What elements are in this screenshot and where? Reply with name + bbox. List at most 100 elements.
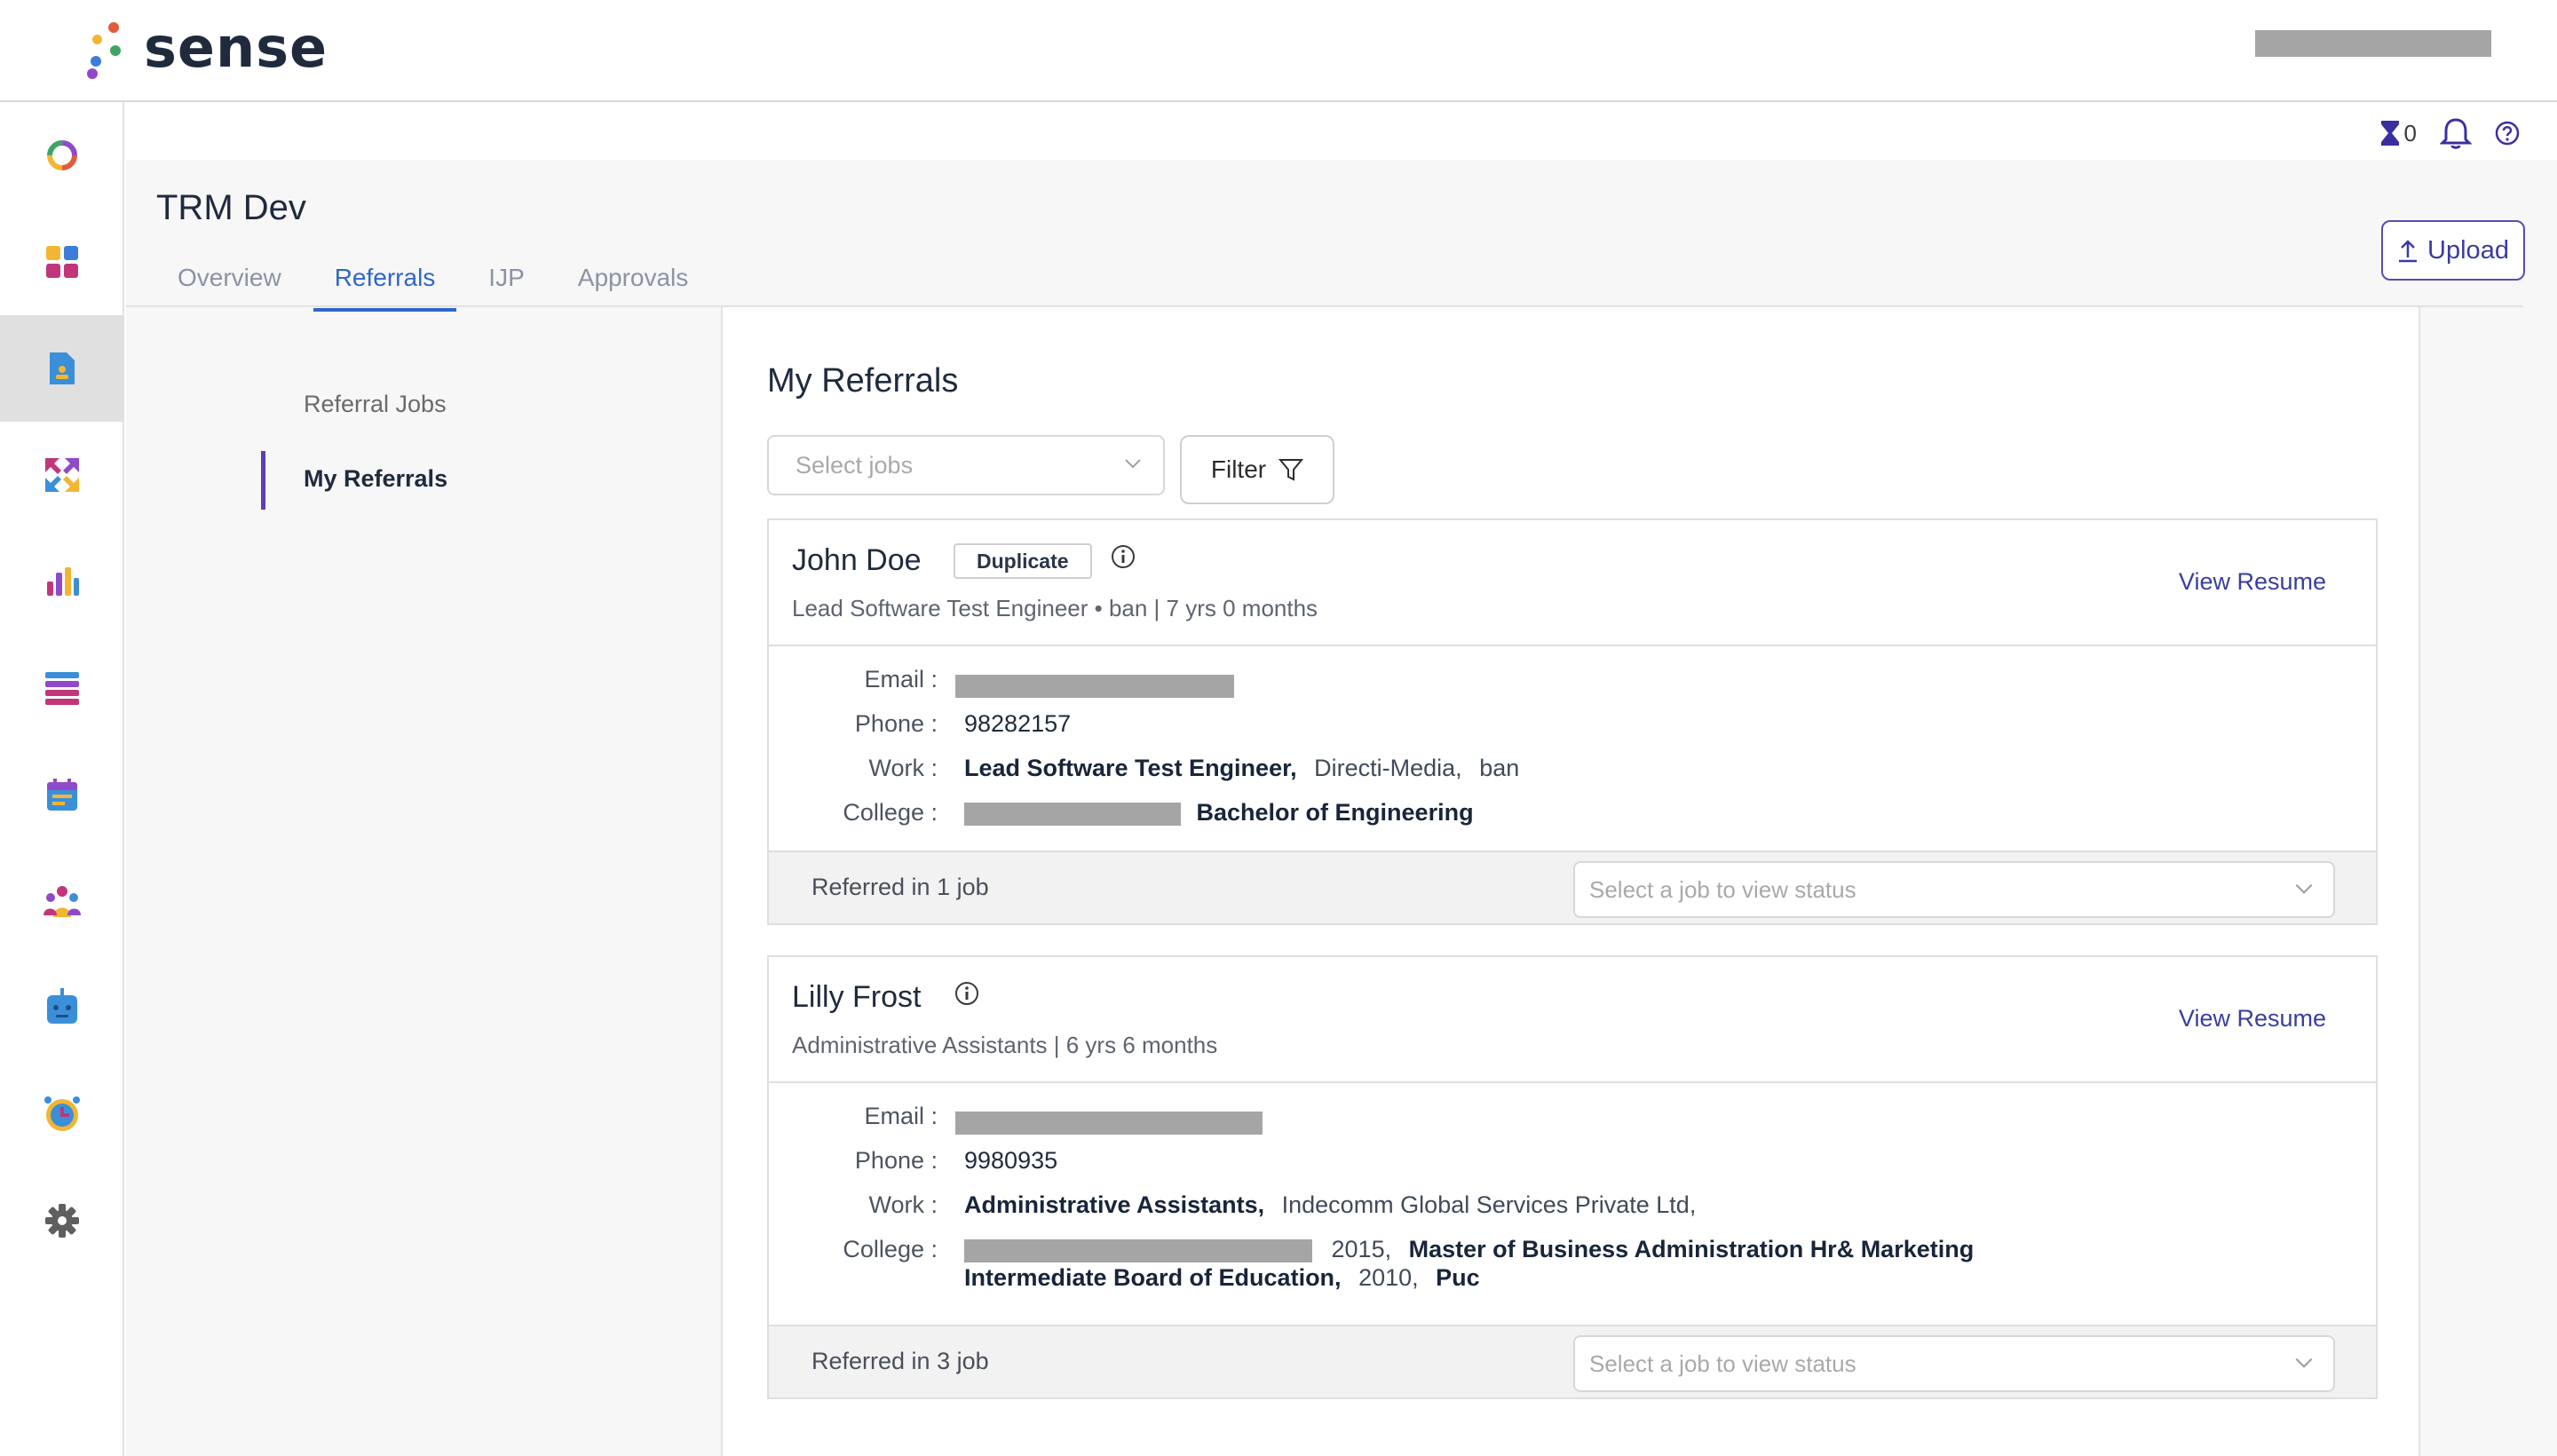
rail-item-settings[interactable] bbox=[0, 1167, 124, 1274]
job-status-placeholder: Select a job to view status bbox=[1589, 875, 1856, 903]
phone-label: Phone : bbox=[854, 1147, 938, 1174]
phone-value: 98282157 bbox=[964, 710, 1072, 737]
tab-approvals[interactable]: Approvals bbox=[557, 253, 710, 310]
app-name: sense bbox=[144, 14, 329, 80]
college-name-redacted bbox=[964, 802, 1181, 826]
alarm-clock-icon bbox=[44, 1096, 80, 1131]
job-status-dropdown[interactable]: Select a job to view status bbox=[1573, 861, 2335, 918]
task-count: 0 bbox=[2403, 119, 2417, 146]
college-degree: Bachelor of Engineering bbox=[1196, 799, 1474, 826]
view-resume-link[interactable]: View Resume bbox=[2179, 1005, 2326, 1033]
panel-title: My Referrals bbox=[767, 362, 959, 400]
candidate-summary: Administrative Assistants | 6 yrs 6 mont… bbox=[792, 1032, 1218, 1058]
utility-bar: 0 bbox=[126, 102, 2557, 160]
duplicate-badge: Duplicate bbox=[954, 543, 1092, 579]
left-rail bbox=[0, 102, 124, 1456]
referrals-panel: My Referrals Select jobs Filter John Doe… bbox=[721, 307, 2420, 1456]
page-title: TRM Dev bbox=[156, 188, 306, 227]
work-label: Work : bbox=[868, 1191, 938, 1218]
job-status-dropdown[interactable]: Select a job to view status bbox=[1573, 1335, 2335, 1392]
rail-item-calendar[interactable] bbox=[0, 741, 124, 848]
rail-item-bot[interactable] bbox=[0, 954, 124, 1061]
candidate-name[interactable]: John Doe bbox=[792, 543, 922, 578]
info-icon[interactable] bbox=[954, 980, 980, 1007]
referral-footer: Referred in 1 job Select a job to view s… bbox=[769, 851, 2376, 923]
college2-degree: Puc bbox=[1436, 1264, 1480, 1291]
settings-gear-icon bbox=[45, 1204, 79, 1238]
college2-year: 2010, bbox=[1358, 1264, 1419, 1291]
rail-item-team[interactable] bbox=[0, 848, 124, 954]
referred-count: Referred in 1 job bbox=[811, 874, 989, 900]
candidate-name[interactable]: Lilly Frost bbox=[792, 980, 921, 1015]
upload-label: Upload bbox=[2427, 235, 2509, 265]
email-redacted bbox=[955, 674, 1234, 698]
subnav-my-referrals[interactable]: My Referrals bbox=[304, 465, 447, 493]
college2-name: Intermediate Board of Education, bbox=[964, 1264, 1342, 1291]
work-label: Work : bbox=[868, 755, 938, 781]
sense-ring-icon bbox=[47, 140, 77, 170]
rail-item-reminders[interactable] bbox=[0, 1061, 124, 1167]
college-degree: Master of Business Administration Hr& Ma… bbox=[1408, 1236, 1975, 1262]
select-jobs-dropdown[interactable]: Select jobs bbox=[767, 435, 1165, 495]
email-redacted bbox=[955, 1111, 1263, 1135]
phone-label: Phone : bbox=[854, 710, 938, 737]
tab-ijp[interactable]: IJP bbox=[467, 253, 545, 310]
chevron-down-icon bbox=[1125, 459, 1141, 469]
college-name-redacted bbox=[964, 1238, 1312, 1262]
work-title: Lead Software Test Engineer, bbox=[964, 755, 1297, 781]
top-bar: sense bbox=[0, 0, 2557, 102]
rail-item-home[interactable] bbox=[0, 102, 124, 209]
work-location: ban bbox=[1479, 755, 1520, 781]
tasks-button[interactable]: 0 bbox=[2379, 119, 2417, 147]
candidate-header: Lilly Frost Administrative Assistants | … bbox=[769, 957, 2376, 1083]
email-label: Email : bbox=[864, 1103, 938, 1129]
swap-arrows-icon bbox=[45, 458, 79, 492]
rail-item-transfers[interactable] bbox=[0, 422, 124, 528]
hourglass-icon bbox=[2380, 121, 2399, 146]
candidate-summary: Lead Software Test Engineer • ban | 7 yr… bbox=[792, 595, 1318, 621]
list-icon bbox=[45, 672, 79, 705]
tab-overview[interactable]: Overview bbox=[156, 253, 303, 310]
phone-value: 9980935 bbox=[964, 1147, 1058, 1174]
referral-footer: Referred in 3 job Select a job to view s… bbox=[769, 1325, 2376, 1397]
view-resume-link[interactable]: View Resume bbox=[2179, 568, 2326, 596]
upload-icon bbox=[2399, 240, 2418, 263]
select-jobs-placeholder: Select jobs bbox=[796, 451, 914, 479]
tab-bar: Overview Referrals IJP Approvals bbox=[156, 253, 720, 312]
rail-item-lists[interactable] bbox=[0, 635, 124, 741]
calendar-icon bbox=[47, 779, 77, 811]
college-label: College : bbox=[843, 799, 938, 826]
rail-item-referrals[interactable] bbox=[0, 315, 124, 422]
chevron-down-icon bbox=[2295, 883, 2313, 894]
filter-label: Filter bbox=[1210, 455, 1267, 483]
referral-document-icon bbox=[50, 352, 75, 384]
help-icon[interactable] bbox=[2495, 121, 2520, 146]
rail-item-analytics[interactable] bbox=[0, 528, 124, 635]
chevron-down-icon bbox=[2295, 1357, 2313, 1368]
user-menu-redacted[interactable] bbox=[2255, 30, 2491, 57]
dashboard-grid-icon bbox=[46, 246, 78, 278]
logo-dots-icon bbox=[83, 19, 126, 79]
candidate-header: John Doe Duplicate Lead Software Test En… bbox=[769, 520, 2376, 646]
work-company: Directi-Media, bbox=[1314, 755, 1462, 781]
candidate-card: Lilly Frost Administrative Assistants | … bbox=[767, 955, 2378, 1399]
bell-icon[interactable] bbox=[2440, 116, 2472, 150]
bot-icon bbox=[47, 988, 77, 1024]
referred-count: Referred in 3 job bbox=[811, 1348, 989, 1374]
subnav-referral-jobs[interactable]: Referral Jobs bbox=[304, 391, 447, 418]
filter-button[interactable]: Filter bbox=[1180, 435, 1334, 504]
upload-button[interactable]: Upload bbox=[2381, 220, 2525, 281]
analytics-bars-icon bbox=[47, 567, 79, 596]
team-icon bbox=[44, 886, 81, 917]
filter-icon bbox=[1278, 459, 1304, 481]
subnav-active-indicator bbox=[261, 451, 265, 510]
college-year: 2015, bbox=[1331, 1236, 1392, 1262]
work-title: Administrative Assistants, bbox=[964, 1191, 1265, 1218]
candidate-card: John Doe Duplicate Lead Software Test En… bbox=[767, 518, 2378, 925]
tab-referrals[interactable]: Referrals bbox=[313, 253, 457, 312]
info-icon[interactable] bbox=[1110, 543, 1136, 570]
job-status-placeholder: Select a job to view status bbox=[1589, 1349, 1856, 1377]
email-label: Email : bbox=[864, 666, 938, 692]
app-logo[interactable]: sense bbox=[83, 14, 329, 80]
rail-item-dashboard[interactable] bbox=[0, 209, 124, 315]
